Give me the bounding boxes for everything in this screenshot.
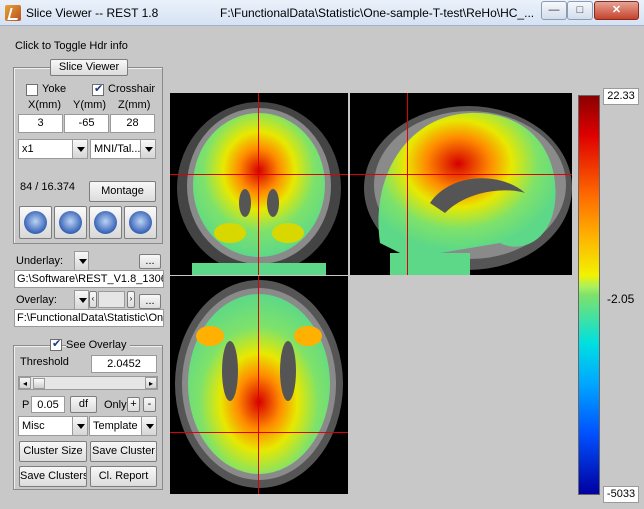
- x-mm-label: X(mm): [28, 99, 61, 111]
- zoom-value: x1: [22, 143, 34, 155]
- chevron-down-icon: [72, 417, 87, 435]
- sagittal-slice-view[interactable]: [350, 93, 572, 275]
- space-dropdown[interactable]: MNI/Tal...: [90, 139, 156, 159]
- maximize-button[interactable]: □: [567, 1, 593, 20]
- overlay-prev-button[interactable]: ‹: [89, 291, 97, 308]
- toggle-hdr-info-text[interactable]: Click to Toggle Hdr info: [15, 40, 128, 52]
- axial-view-icon: [24, 211, 47, 234]
- underlay-browse-button[interactable]: ...: [139, 254, 161, 269]
- template-value: Template: [93, 420, 138, 432]
- crosshair-vertical: [258, 276, 259, 494]
- overlay-next-button[interactable]: ›: [127, 291, 135, 308]
- only-plus-button[interactable]: +: [127, 397, 140, 412]
- chevron-down-icon: [74, 251, 89, 271]
- crosshair-horizontal: [170, 174, 348, 175]
- overlay-path-field[interactable]: F:\FunctionalData\Statistic\One: [14, 309, 164, 327]
- crosshair-checkbox[interactable]: [92, 82, 104, 96]
- see-overlay-checkbox[interactable]: [50, 337, 62, 351]
- only-label: Only: [104, 399, 127, 411]
- threshold-input[interactable]: 2.0452: [91, 355, 157, 373]
- slider-thumb[interactable]: [33, 378, 45, 389]
- zoom-dropdown[interactable]: x1: [18, 139, 88, 159]
- axial-slice-view[interactable]: [170, 276, 348, 494]
- underlay-dropdown[interactable]: [13, 251, 89, 271]
- coronal-view-button[interactable]: [89, 206, 122, 239]
- y-mm-label: Y(mm): [73, 99, 106, 111]
- sagittal-view-icon: [59, 211, 82, 234]
- y-coordinate-input[interactable]: -65: [64, 114, 109, 133]
- coronal-view-icon: [94, 211, 117, 234]
- sagittal-view-button[interactable]: [54, 206, 87, 239]
- save-clusters-button[interactable]: Save Clusters: [19, 466, 87, 487]
- see-overlay-label: See Overlay: [66, 339, 130, 351]
- colorbar-min-label: -5033: [603, 486, 639, 503]
- window-title: Slice Viewer -- REST 1.8: [26, 6, 159, 20]
- threshold-label: Threshold: [20, 356, 69, 368]
- crosshair-horizontal: [350, 174, 572, 175]
- axial-view-button[interactable]: [19, 206, 52, 239]
- yoke-checkbox[interactable]: [26, 84, 38, 96]
- ortho-view-icon: [129, 211, 152, 234]
- colorbar: [578, 95, 600, 495]
- p-label: P: [22, 399, 30, 411]
- p-value-input[interactable]: 0.05: [31, 396, 65, 413]
- misc-value: Misc: [22, 420, 45, 432]
- colorbar-mid-label: -2.05: [607, 292, 635, 306]
- overlay-browse-button[interactable]: ...: [139, 294, 161, 309]
- z-coordinate-input[interactable]: 28: [110, 114, 155, 133]
- x-coordinate-input[interactable]: 3: [18, 114, 63, 133]
- coronal-slice-view[interactable]: [170, 93, 348, 275]
- cluster-report-button[interactable]: Cl. Report: [90, 466, 157, 487]
- chevron-down-icon: [72, 140, 87, 158]
- intensity-readout: 84 / 16.374: [20, 181, 76, 193]
- ortho-view-button[interactable]: [124, 206, 157, 239]
- crosshair-vertical: [258, 93, 259, 275]
- chevron-down-icon: [74, 290, 89, 310]
- cluster-size-button[interactable]: Cluster Size: [19, 441, 87, 462]
- crosshair-horizontal: [170, 432, 348, 433]
- chevron-down-icon: [140, 140, 155, 158]
- threshold-slider[interactable]: ◂ ▸: [18, 376, 158, 390]
- slider-right-arrow-icon[interactable]: ▸: [145, 377, 157, 389]
- minimize-button[interactable]: —: [541, 1, 567, 20]
- axial-brain-image: [175, 280, 343, 488]
- overlay-index-field[interactable]: [98, 291, 125, 308]
- save-cluster-button[interactable]: Save Cluster: [90, 441, 157, 462]
- matlab-icon: [5, 5, 21, 21]
- slice-viewer-title-button[interactable]: Slice Viewer: [50, 59, 128, 76]
- df-button[interactable]: df: [70, 396, 97, 413]
- z-mm-label: Z(mm): [118, 99, 151, 111]
- close-button[interactable]: ✕: [594, 1, 639, 20]
- crosshair-label: Crosshair: [108, 83, 156, 95]
- window-path: F:\FunctionalData\Statistic\One-sample-T…: [220, 6, 535, 20]
- chevron-down-icon: [141, 417, 156, 435]
- space-value: MNI/Tal...: [94, 143, 141, 155]
- sagittal-brain-image: [364, 106, 572, 275]
- overlay-dropdown[interactable]: [13, 290, 89, 310]
- underlay-path-field[interactable]: G:\Software\REST_V1.8_1306: [14, 270, 164, 288]
- colorbar-max-label: 22.33: [603, 88, 639, 105]
- only-minus-button[interactable]: -: [143, 397, 156, 412]
- title-bar: Slice Viewer -- REST 1.8 F:\FunctionalDa…: [0, 0, 644, 26]
- slider-left-arrow-icon[interactable]: ◂: [19, 377, 31, 389]
- misc-dropdown[interactable]: Misc: [18, 416, 88, 436]
- crosshair-vertical: [407, 93, 408, 275]
- montage-button[interactable]: Montage: [89, 181, 156, 202]
- coronal-brain-image: [177, 102, 341, 275]
- yoke-label: Yoke: [42, 83, 67, 95]
- template-dropdown[interactable]: Template: [89, 416, 157, 436]
